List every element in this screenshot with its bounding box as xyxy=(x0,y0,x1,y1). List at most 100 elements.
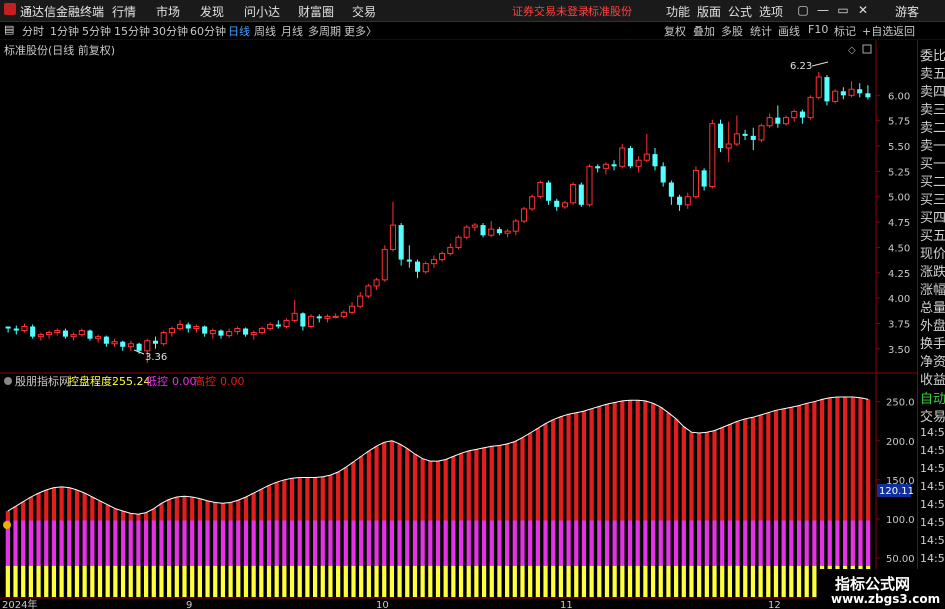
indicator-bar-magenta xyxy=(120,520,126,566)
side-item-pct[interactable]: 涨幅 xyxy=(920,279,945,298)
period-multi[interactable]: 多周期 xyxy=(308,23,341,39)
indicator-bar-yellow xyxy=(489,565,494,597)
side-item-bid5[interactable]: 买五 xyxy=(920,225,945,244)
menu-item-layout[interactable]: 版面 xyxy=(697,3,721,20)
indicator-bar-magenta xyxy=(512,520,517,566)
menu-item-discover[interactable]: 发现 xyxy=(200,3,224,20)
side-item-volume[interactable]: 总量 xyxy=(920,297,945,316)
tool-draw[interactable]: 画线 xyxy=(778,23,800,39)
side-item-price[interactable]: 现价 xyxy=(920,243,945,262)
period-daily[interactable]: 日线 xyxy=(228,23,250,39)
chart-settings-icon[interactable]: ▤ xyxy=(4,23,14,36)
candle-up xyxy=(234,328,241,333)
trade-login-notice[interactable]: 证券交易未登录 xyxy=(512,3,589,19)
indicator-bar-magenta xyxy=(182,520,187,566)
period-60min[interactable]: 60分钟 xyxy=(190,23,226,39)
trade-time: 14:56 xyxy=(920,480,945,493)
indicator-bar-yellow xyxy=(228,565,233,597)
indicator-bar-red xyxy=(789,407,794,521)
candle-up xyxy=(291,312,298,321)
period-5min[interactable]: 5分钟 xyxy=(82,23,111,39)
side-item-auto[interactable]: 自动 xyxy=(920,388,945,407)
candle-up xyxy=(168,328,175,334)
price-tick-label: 5.25 xyxy=(888,167,910,178)
tool-overlay[interactable]: 叠加 xyxy=(693,23,715,39)
maximize-pane-icon[interactable] xyxy=(862,44,872,54)
side-item-turnover[interactable]: 换手 xyxy=(920,333,945,352)
side-item-bid1[interactable]: 买一 xyxy=(920,153,945,172)
tool-back[interactable]: 返回 xyxy=(893,23,915,39)
indicator-bar-red xyxy=(858,397,863,521)
indicator-bar-red xyxy=(666,412,671,521)
indicator-bar-magenta xyxy=(90,520,95,566)
tool-mark[interactable]: 标记 xyxy=(834,23,856,39)
menu-item-markets[interactable]: 市场 xyxy=(156,3,180,20)
indicator-bar-red xyxy=(574,412,579,521)
user-guest[interactable]: 游客 xyxy=(895,3,919,20)
side-item-bid3[interactable]: 买三 xyxy=(920,189,945,208)
side-item-weibi[interactable]: 委比 xyxy=(920,45,945,64)
side-item-netasset[interactable]: 净资 xyxy=(920,351,945,370)
menu-item-options[interactable]: 选项 xyxy=(759,3,783,20)
menu-item-wealth[interactable]: 财富圈 xyxy=(298,3,334,20)
indicator-bar-red xyxy=(627,400,633,521)
indicator-bar-red xyxy=(535,428,540,521)
indicator-bar-red xyxy=(520,437,525,521)
side-item-trade[interactable]: 交易 xyxy=(920,406,945,425)
period-weekly[interactable]: 周线 xyxy=(254,23,276,39)
maximize-icon[interactable]: ▭ xyxy=(834,1,852,19)
indicator-bar-magenta xyxy=(704,520,709,566)
side-item-ask5[interactable]: 卖五 xyxy=(920,63,945,82)
indicator-bar-red xyxy=(320,476,325,521)
tool-statistics[interactable]: 统计 xyxy=(750,23,772,39)
side-item-outer[interactable]: 外盘 xyxy=(920,315,945,334)
side-item-ask4[interactable]: 卖四 xyxy=(920,81,945,100)
side-item-ask1[interactable]: 卖一 xyxy=(920,135,945,154)
side-item-ask2[interactable]: 卖二 xyxy=(920,117,945,136)
menu-item-ask[interactable]: 问小达 xyxy=(244,3,280,20)
indicator-bar-magenta xyxy=(151,520,156,566)
minimize-icon[interactable]: — xyxy=(814,1,832,19)
period-15min[interactable]: 15分钟 xyxy=(114,23,150,39)
indicator-bar-red xyxy=(650,403,656,521)
candles-group xyxy=(5,72,871,363)
tool-f10[interactable]: F10 xyxy=(808,23,828,36)
kline-chart[interactable]: 3.50 3.75 4.00 4.25 4.50 4.75 5.00 5.25 5.50 5.75… xyxy=(0,40,917,609)
menu-item-formula[interactable]: 公式 xyxy=(728,3,752,20)
tool-adjust[interactable]: 复权 xyxy=(664,23,686,39)
diamond-icon[interactable]: ◇ xyxy=(848,45,856,56)
candle-down xyxy=(398,225,404,260)
period-intraday[interactable]: 分时 xyxy=(22,23,44,39)
indicator-bar-yellow xyxy=(505,565,510,597)
menu-item-function[interactable]: 功能 xyxy=(666,3,690,20)
restore-icon[interactable]: ▢ xyxy=(794,1,812,19)
menu-item-market[interactable]: 行情 xyxy=(112,3,136,20)
indicator-bar-yellow xyxy=(681,565,686,597)
side-item-bid4[interactable]: 买四 xyxy=(920,207,945,226)
indicator-toggle-icon[interactable] xyxy=(4,377,12,385)
indicator-bar-red xyxy=(458,453,464,521)
tool-add-watchlist[interactable]: +自选 xyxy=(862,23,893,39)
side-item-change[interactable]: 涨跌 xyxy=(920,261,945,280)
indicator-bar-yellow xyxy=(266,565,272,597)
period-1min[interactable]: 1分钟 xyxy=(50,23,79,39)
menu-item-trade[interactable]: 交易 xyxy=(352,3,376,20)
period-more[interactable]: 更多 xyxy=(344,23,366,39)
period-monthly[interactable]: 月线 xyxy=(281,23,303,39)
candle-down xyxy=(120,341,126,347)
side-item-earnings[interactable]: 收益 xyxy=(920,369,945,388)
tool-multi-stock[interactable]: 多股 xyxy=(721,23,743,39)
chevron-right-icon[interactable]: 〉 xyxy=(366,23,377,39)
indicator-bar-red xyxy=(182,496,187,521)
indicator-bar-yellow xyxy=(558,565,564,597)
side-item-ask3[interactable]: 卖三 xyxy=(920,99,945,118)
indicator-ticks-group: 50.00100.0150.0200.0250.0 xyxy=(876,398,915,565)
indicator-bar-red xyxy=(681,426,686,521)
close-icon[interactable]: ✕ xyxy=(854,1,872,19)
candle-down xyxy=(742,133,748,136)
indicator-name[interactable]: 殷朋指标网 xyxy=(15,374,70,388)
side-item-bid2[interactable]: 买二 xyxy=(920,171,945,190)
indicator-bar-red xyxy=(804,403,809,521)
period-30min[interactable]: 30分钟 xyxy=(152,23,188,39)
indicator-bar-red xyxy=(136,514,141,521)
